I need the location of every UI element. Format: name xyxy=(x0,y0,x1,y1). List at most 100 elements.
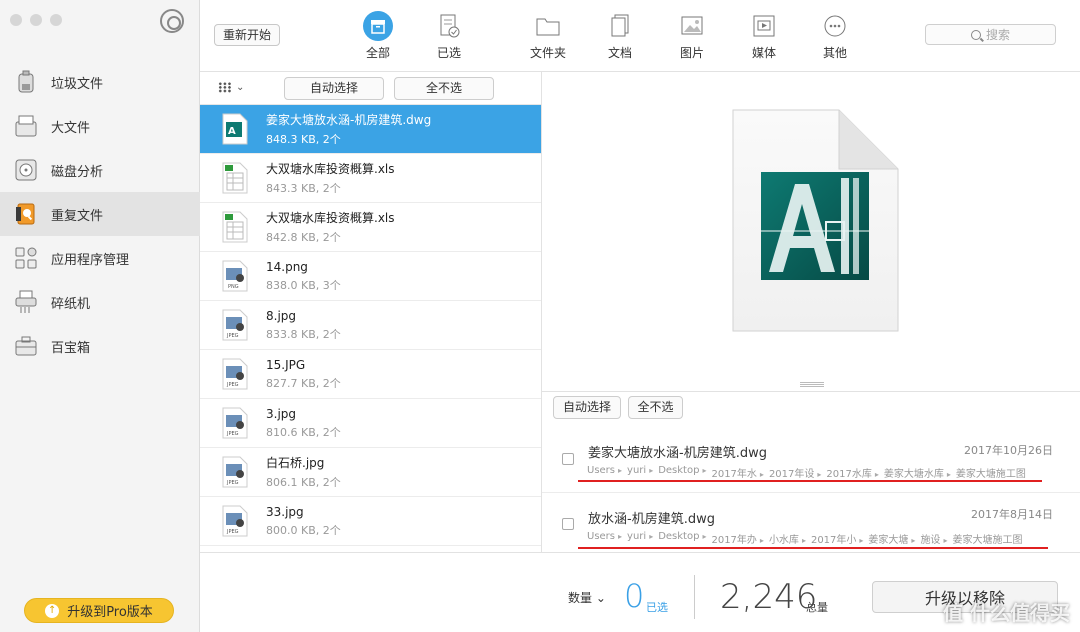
count-label: 数量 xyxy=(568,591,593,605)
sidebar-item-junk[interactable]: 垃圾文件 xyxy=(0,60,200,104)
restart-button[interactable]: 重新开始 xyxy=(214,24,281,46)
file-list-row[interactable]: JPEG 33.jpg 800.0 KB, 2个 xyxy=(200,497,541,546)
tab-images[interactable]: 图片 xyxy=(660,10,724,61)
app-logo-icon[interactable] xyxy=(160,9,184,33)
search-input[interactable]: 搜索 xyxy=(925,24,1056,45)
file-name: 姜家大塘放水涵-机房建筑.dwg xyxy=(266,113,432,127)
path-segment: 姜家大塘水库 xyxy=(884,465,956,480)
file-list-row[interactable]: JPEG 15.JPG 827.7 KB, 2个 xyxy=(200,350,541,399)
view-mode-toggle[interactable]: ⌄ xyxy=(218,82,244,93)
tab-documents[interactable]: 文档 xyxy=(588,10,652,61)
dup-deselect-all-button[interactable]: 全不选 xyxy=(628,396,683,419)
dup-auto-select-button[interactable]: 自动选择 xyxy=(553,396,621,419)
file-text: 14.png 838.0 KB, 3个 xyxy=(266,260,341,293)
path-segment: 2017年水 xyxy=(711,465,768,480)
file-text: 大双塘水库投资概算.xls 842.8 KB, 2个 xyxy=(266,209,395,245)
zoom-window-button[interactable] xyxy=(50,14,62,26)
duplicate-date: 2017年10月26日 xyxy=(964,444,1053,457)
toolbox-icon xyxy=(12,332,40,360)
minimize-window-button[interactable] xyxy=(30,14,42,26)
path-segment: 姜家大塘 xyxy=(868,531,920,546)
path-segment: Desktop xyxy=(658,531,711,546)
file-text: 8.jpg 833.8 KB, 2个 xyxy=(266,309,341,342)
search-icon xyxy=(970,29,981,40)
duplicate-checkbox[interactable] xyxy=(562,518,574,530)
sidebar-item-label: 大文件 xyxy=(51,120,91,136)
sidebar-item-toolbox[interactable]: 百宝箱 xyxy=(0,324,200,368)
document-icon xyxy=(604,10,636,42)
file-list-row[interactable]: JPEG 3.jpg 810.6 KB, 2个 xyxy=(200,399,541,448)
path-segment: 小水库 xyxy=(769,531,811,546)
file-name: 14.png xyxy=(266,259,308,274)
sidebar-item-shredder[interactable]: 碎纸机 xyxy=(0,280,200,324)
jpg-file-icon: JPEG xyxy=(222,358,248,390)
svg-text:PNG: PNG xyxy=(228,284,239,290)
file-list: A 姜家大塘放水涵-机房建筑.dwg 848.3 KB, 2个 大双塘水库投资概算.x… xyxy=(200,105,541,546)
app-manager-icon xyxy=(12,244,40,272)
tab-all[interactable]: 全部 xyxy=(346,10,410,61)
duplicate-entry: 放水涵-机房建筑.dwg 2017年8月14日 Users yuri Deskt… xyxy=(542,492,1080,549)
selected-unit: 已选 xyxy=(646,601,668,614)
duplicates-panel: 自动选择 全不选 姜家大塘放水涵-机房建筑.dwg 2017年10月26日 Us… xyxy=(542,391,1080,552)
file-list-row[interactable]: 大双塘水库投资概算.xls 843.3 KB, 2个 xyxy=(200,154,541,203)
toolbar: 重新开始 全部 已选 文件夹 文档 图片 媒体 其他 搜索 xyxy=(200,0,1080,72)
arrow-up-icon: ↑ xyxy=(45,603,60,618)
duplicate-checkbox[interactable] xyxy=(562,453,574,465)
path-segment: Users xyxy=(587,531,627,546)
tab-label: 全部 xyxy=(365,46,390,60)
svg-text:JPEG: JPEG xyxy=(226,382,239,388)
svg-text:JPEG: JPEG xyxy=(226,431,239,437)
file-list-row[interactable]: A 姜家大塘放水涵-机房建筑.dwg 848.3 KB, 2个 xyxy=(200,105,541,154)
highlight-underline xyxy=(578,547,1048,549)
count-filter-dropdown[interactable]: 数量 ⌄ xyxy=(568,589,606,606)
file-text: 白石桥.jpg 806.1 KB, 2个 xyxy=(266,454,341,490)
selected-count: 0 xyxy=(624,577,645,615)
tab-other[interactable]: 其他 xyxy=(803,10,867,61)
path-segment: 2017年办 xyxy=(711,531,768,546)
file-text: 3.jpg 810.6 KB, 2个 xyxy=(266,407,341,440)
sidebar-item-disk-analysis[interactable]: 磁盘分析 xyxy=(0,148,200,192)
auto-select-button[interactable]: 自动选择 xyxy=(284,77,384,100)
other-icon xyxy=(819,10,851,42)
tab-media[interactable]: 媒体 xyxy=(732,10,796,61)
tab-label: 图片 xyxy=(679,46,704,60)
preview-panel xyxy=(542,72,1080,390)
sidebar-item-large-files[interactable]: 大文件 xyxy=(0,104,200,148)
file-name: 8.jpg xyxy=(266,308,297,323)
path-segment: 施设 xyxy=(920,531,952,546)
tab-label: 已选 xyxy=(436,46,461,60)
sidebar-item-duplicates[interactable]: 重复文件 xyxy=(0,192,200,236)
file-list-row[interactable]: JPEG 白石桥.jpg 806.1 KB, 2个 xyxy=(200,448,541,497)
tab-folder[interactable]: 文件夹 xyxy=(516,10,580,61)
file-meta: 800.0 KB, 2个 xyxy=(266,523,341,537)
duplicate-path: Users yuri Desktop 2017年办 小水库 2017年小 姜家大… xyxy=(587,531,1022,546)
duplicate-entry: 姜家大塘放水涵-机房建筑.dwg 2017年10月26日 Users yuri … xyxy=(542,432,1080,488)
path-segment: 姜家大塘施工图 xyxy=(955,469,1026,480)
media-icon xyxy=(748,10,780,42)
trash-bin-icon xyxy=(12,68,40,96)
upgrade-pro-button[interactable]: ↑ 升级到Pro版本 xyxy=(24,598,174,623)
search-placeholder: 搜索 xyxy=(985,28,1010,42)
total-unit: 总量 xyxy=(806,601,828,614)
chevron-down-icon: ⌄ xyxy=(595,591,606,605)
file-list-row[interactable]: JPEG 8.jpg 833.8 KB, 2个 xyxy=(200,301,541,350)
sidebar-item-app-manager[interactable]: 应用程序管理 xyxy=(0,236,200,280)
sidebar-item-label: 重复文件 xyxy=(51,208,104,224)
file-list-row[interactable]: PNG 14.png 838.0 KB, 3个 xyxy=(200,252,541,301)
svg-text:A: A xyxy=(228,126,236,137)
path-segment: yuri xyxy=(627,465,658,480)
tab-label: 媒体 xyxy=(751,46,776,60)
path-segment: 姜家大塘施工图 xyxy=(952,535,1023,546)
file-name: 大双塘水库投资概算.xls xyxy=(266,162,395,176)
dwg-file-icon: A xyxy=(222,113,248,145)
path-segment: 2017年设 xyxy=(769,465,826,480)
path-segment: 2017年小 xyxy=(811,531,868,546)
chevron-down-icon: ⌄ xyxy=(236,82,245,93)
file-list-row[interactable]: 大双塘水库投资概算.xls 842.8 KB, 2个 xyxy=(200,203,541,252)
close-window-button[interactable] xyxy=(10,14,22,26)
disk-analysis-icon xyxy=(12,156,40,184)
path-segment: 2017水库 xyxy=(826,465,883,480)
deselect-all-button[interactable]: 全不选 xyxy=(394,77,494,100)
tab-selected[interactable]: 已选 xyxy=(417,10,481,61)
file-name: 大双塘水库投资概算.xls xyxy=(266,211,395,225)
